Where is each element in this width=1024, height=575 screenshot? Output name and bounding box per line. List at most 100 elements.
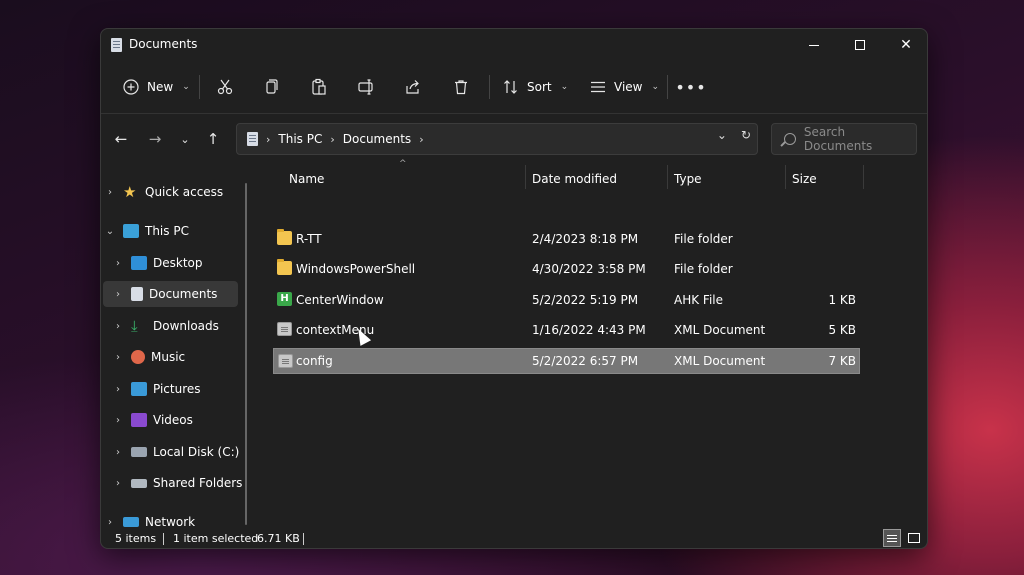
chevron-right-icon[interactable]: › [111, 478, 125, 489]
column-header-size[interactable]: Size [792, 165, 817, 193]
view-label: View [614, 80, 643, 94]
rename-button[interactable] [356, 71, 376, 103]
disk-icon [131, 447, 147, 457]
shared-folder-icon [131, 478, 147, 488]
minimize-button[interactable] [791, 29, 837, 61]
forward-button[interactable]: → [141, 125, 169, 153]
chevron-down-icon[interactable]: ⌄ [103, 226, 117, 237]
details-view-icon [887, 537, 897, 539]
copy-icon [261, 77, 281, 97]
share-icon [403, 77, 423, 97]
pictures-icon [131, 382, 147, 396]
chevron-right-icon[interactable]: › [103, 517, 117, 528]
search-box[interactable]: Search Documents [771, 123, 917, 155]
column-divider[interactable] [525, 165, 526, 189]
file-row-windowspowershell[interactable]: WindowsPowerShell 4/30/2022 3:58 PM File… [273, 256, 860, 282]
breadcrumb-this-pc[interactable]: This PC [278, 132, 322, 146]
address-bar[interactable]: › This PC › Documents › ⌄ ↻ [236, 123, 758, 155]
chevron-down-icon: ⌄ [560, 82, 569, 92]
up-button[interactable]: ↑ [199, 125, 227, 153]
cut-button[interactable] [215, 71, 235, 103]
arrow-left-icon: ← [114, 130, 128, 148]
file-type: XML Document [674, 354, 766, 368]
file-row-config[interactable]: config 5/2/2022 6:57 PM XML Document 7 K… [273, 348, 860, 374]
maximize-icon [855, 40, 865, 50]
paste-button[interactable] [309, 71, 329, 103]
status-selection: 1 item selected [173, 532, 259, 545]
file-row-r-tt[interactable]: R-TT 2/4/2023 8:18 PM File folder [273, 226, 860, 252]
maximize-button[interactable] [837, 29, 883, 61]
sidebar-item-videos[interactable]: › Videos [111, 407, 246, 433]
column-header-name[interactable]: Name [289, 165, 324, 193]
address-history-button[interactable]: ⌄ [717, 128, 727, 142]
ahk-file-icon: H [277, 292, 292, 306]
toolbar-divider [489, 75, 490, 99]
sidebar-item-label: Local Disk (C:) [153, 445, 240, 459]
minimize-icon [809, 44, 819, 46]
file-row-centerwindow[interactable]: H CenterWindow 5/2/2022 5:19 PM AHK File… [273, 287, 860, 313]
sidebar-item-documents[interactable]: › Documents [103, 281, 238, 307]
delete-button[interactable] [451, 71, 471, 103]
clipboard-icon [309, 77, 329, 97]
column-header-type[interactable]: Type [674, 165, 702, 193]
title-bar[interactable]: Documents ✕ [101, 29, 927, 61]
see-more-button[interactable]: ••• [675, 71, 705, 103]
chevron-right-icon[interactable]: › [419, 133, 423, 146]
sidebar-item-label: Downloads [153, 319, 219, 333]
close-button[interactable]: ✕ [883, 29, 927, 61]
network-icon [123, 517, 139, 527]
chevron-right-icon[interactable]: › [111, 258, 125, 269]
sidebar-item-desktop[interactable]: › Desktop [111, 250, 246, 276]
chevron-right-icon[interactable]: › [111, 289, 125, 300]
sidebar-item-pictures[interactable]: › Pictures [111, 376, 246, 402]
column-header-date[interactable]: Date modified [532, 165, 617, 193]
navigation-row: ← → ⌄ ↑ › This PC › Documents › ⌄ ↻ Sear… [101, 121, 927, 157]
file-date: 5/2/2022 5:19 PM [532, 293, 639, 307]
sidebar-item-downloads[interactable]: › ⤓ Downloads [111, 313, 246, 339]
star-icon: ★ [123, 183, 137, 201]
chevron-right-icon: › [266, 132, 271, 146]
chevron-right-icon[interactable]: › [111, 321, 125, 332]
column-divider[interactable] [667, 165, 668, 189]
file-type: AHK File [674, 293, 723, 307]
sidebar-item-music[interactable]: › Music [111, 344, 246, 370]
chevron-right-icon[interactable]: › [111, 447, 125, 458]
sort-button[interactable]: Sort ⌄ [501, 71, 568, 103]
recent-locations-button[interactable]: ⌄ [171, 125, 199, 153]
folder-icon [277, 229, 292, 245]
copy-button[interactable] [261, 71, 281, 103]
view-button[interactable]: View ⌄ [588, 71, 659, 103]
chevron-right-icon[interactable]: › [111, 415, 125, 426]
documents-icon [111, 38, 122, 52]
chevron-right-icon[interactable]: › [111, 384, 125, 395]
column-divider[interactable] [863, 165, 864, 189]
navigation-pane: › ★ Quick access ⌄ This PC › Desktop › D… [101, 169, 251, 529]
back-button[interactable]: ← [107, 125, 135, 153]
sidebar-item-label: Shared Folders [153, 476, 243, 490]
file-date: 1/16/2022 4:43 PM [532, 323, 646, 337]
column-divider[interactable] [785, 165, 786, 189]
refresh-icon: ↻ [740, 128, 751, 142]
new-button[interactable]: New ⌄ [121, 71, 190, 103]
breadcrumb-documents[interactable]: Documents [343, 132, 411, 146]
refresh-button[interactable]: ↻ [741, 128, 751, 142]
sidebar-item-label: Desktop [153, 256, 203, 270]
share-button[interactable] [403, 71, 423, 103]
sidebar-item-shared-folders[interactable]: › Shared Folders [111, 470, 246, 496]
file-list: ^ Name Date modified Type Size R-TT 2/4/… [259, 159, 919, 526]
sidebar-item-this-pc[interactable]: ⌄ This PC [103, 218, 238, 244]
search-input[interactable]: Search Documents [804, 125, 916, 153]
trash-icon [451, 77, 471, 97]
sidebar-item-local-disk[interactable]: › Local Disk (C:) [111, 439, 246, 465]
sidebar-scrollbar[interactable] [245, 183, 247, 525]
file-name: config [296, 354, 333, 368]
sidebar-item-quick-access[interactable]: › ★ Quick access [103, 179, 238, 205]
command-bar: New ⌄ Sort ⌄ View ⌄ ••• [101, 67, 927, 107]
toolbar-divider-line [101, 113, 927, 114]
chevron-right-icon[interactable]: › [111, 352, 125, 363]
status-bar: 5 items 1 item selected 6.71 KB [101, 529, 927, 548]
chevron-right-icon[interactable]: › [103, 187, 117, 198]
large-icons-view-button[interactable] [905, 529, 923, 547]
file-type: XML Document [674, 323, 766, 337]
details-view-button[interactable] [883, 529, 901, 547]
